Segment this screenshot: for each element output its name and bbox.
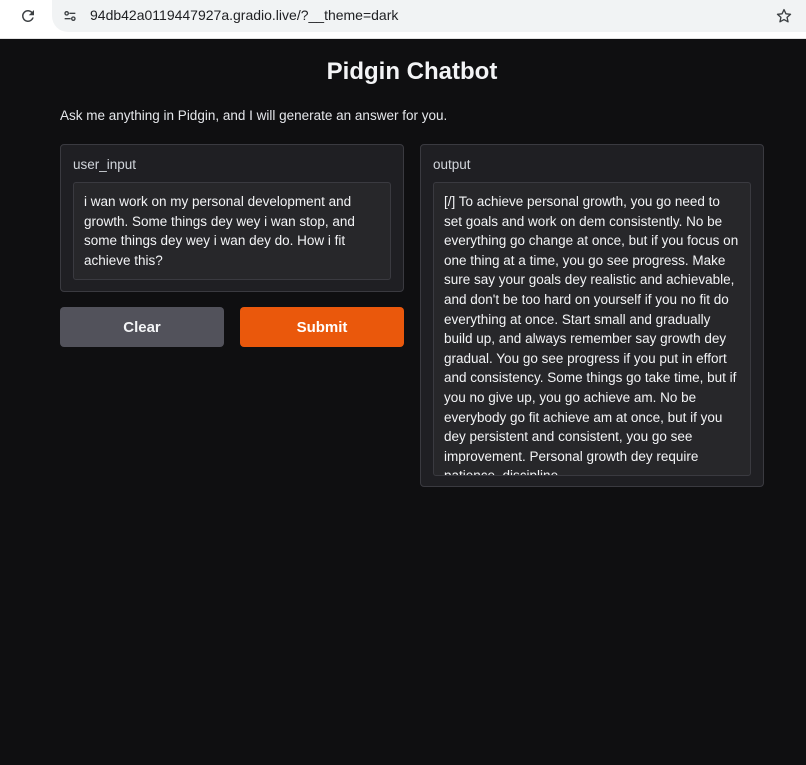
reload-icon[interactable] [16,4,40,28]
output-textarea[interactable]: [/] To achieve personal growth, you go n… [433,182,751,476]
page-title: Pidgin Chatbot [326,58,498,85]
clear-button[interactable]: Clear [60,307,224,347]
address-bar[interactable]: 94db42a0119447927a.gradio.live/?__theme=… [52,0,806,32]
submit-button[interactable]: Submit [240,307,404,347]
page-description: Ask me anything in Pidgin, and I will ge… [60,108,448,123]
user-input-textarea[interactable]: i wan work on my personal development an… [73,182,391,280]
output-panel: output [/] To achieve personal growth, y… [420,144,764,487]
browser-toolbar: 94db42a0119447927a.gradio.live/?__theme=… [0,0,806,39]
bookmark-star-icon[interactable] [772,4,796,28]
user-input-label: user_input [73,157,137,172]
site-info-icon[interactable] [60,6,80,26]
url-text[interactable]: 94db42a0119447927a.gradio.live/?__theme=… [90,7,398,23]
output-label: output [433,157,471,172]
user-input-panel: user_input i wan work on my personal dev… [60,144,404,292]
